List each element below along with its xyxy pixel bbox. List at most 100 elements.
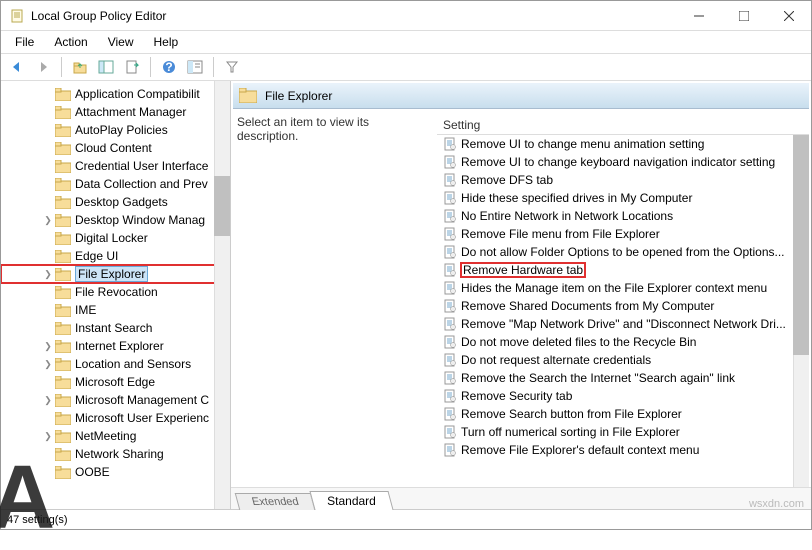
description-pane: Select an item to view its description.	[237, 115, 437, 487]
tree-item[interactable]: ❯Internet Explorer	[1, 337, 230, 355]
tree-item[interactable]: File Revocation	[1, 283, 230, 301]
tree-item[interactable]: ❯File Explorer	[1, 265, 230, 283]
setting-item[interactable]: Do not request alternate credentials	[437, 351, 809, 369]
filter-button[interactable]	[220, 55, 244, 79]
tree-item[interactable]: ❯NetMeeting	[1, 427, 230, 445]
tree-item-label: Credential User Interface	[75, 159, 208, 173]
menu-action[interactable]: Action	[44, 33, 97, 51]
folder-icon	[55, 268, 71, 281]
properties-button[interactable]	[183, 55, 207, 79]
tree-item[interactable]: Cloud Content	[1, 139, 230, 157]
export-button[interactable]	[120, 55, 144, 79]
scrollbar-thumb[interactable]	[793, 135, 809, 355]
tree-item[interactable]: ❯Desktop Window Manag	[1, 211, 230, 229]
tree-item[interactable]: OOBE	[1, 463, 230, 481]
column-header-setting[interactable]: Setting	[437, 115, 809, 135]
tree-item[interactable]: Edge UI	[1, 247, 230, 265]
setting-item[interactable]: Remove Hardware tab	[437, 261, 809, 279]
tree-item[interactable]: ❯Location and Sensors	[1, 355, 230, 373]
setting-item[interactable]: Remove Shared Documents from My Computer	[437, 297, 809, 315]
setting-item[interactable]: Hides the Manage item on the File Explor…	[437, 279, 809, 297]
tree-item[interactable]: Credential User Interface	[1, 157, 230, 175]
folder-icon	[55, 322, 71, 335]
tree-item-label: Internet Explorer	[75, 339, 164, 353]
setting-item[interactable]: Remove UI to change keyboard navigation …	[437, 153, 809, 171]
policy-icon	[443, 227, 457, 241]
setting-item[interactable]: Do not allow Folder Options to be opened…	[437, 243, 809, 261]
setting-item[interactable]: Do not move deleted files to the Recycle…	[437, 333, 809, 351]
setting-item[interactable]: Turn off numerical sorting in File Explo…	[437, 423, 809, 441]
scrollbar[interactable]	[214, 81, 230, 509]
toolbar-separator	[213, 57, 214, 77]
setting-item[interactable]: Hide these specified drives in My Comput…	[437, 189, 809, 207]
tree-item-label: AutoPlay Policies	[75, 123, 168, 137]
tab-standard[interactable]: Standard	[310, 491, 394, 510]
folder-icon	[55, 376, 71, 389]
setting-item[interactable]: Remove Search button from File Explorer	[437, 405, 809, 423]
path-header: File Explorer	[233, 83, 809, 109]
tree-item-label: Cloud Content	[75, 141, 152, 155]
tree-item[interactable]: ❯Microsoft Management C	[1, 391, 230, 409]
menu-view[interactable]: View	[98, 33, 144, 51]
watermark: wsxdn.com	[749, 498, 804, 510]
policy-icon	[443, 317, 457, 331]
back-button[interactable]	[5, 55, 29, 79]
tree-item[interactable]: Application Compatibilit	[1, 85, 230, 103]
setting-item[interactable]: No Entire Network in Network Locations	[437, 207, 809, 225]
setting-item[interactable]: Remove UI to change menu animation setti…	[437, 135, 809, 153]
close-button[interactable]	[766, 1, 811, 31]
policy-icon	[443, 245, 457, 259]
setting-item[interactable]: Remove Security tab	[437, 387, 809, 405]
tree-item[interactable]: Attachment Manager	[1, 103, 230, 121]
up-button[interactable]	[68, 55, 92, 79]
setting-item[interactable]: Remove File menu from File Explorer	[437, 225, 809, 243]
tab-extended[interactable]: Extended	[235, 493, 316, 510]
policy-icon	[443, 137, 457, 151]
tree-item[interactable]: Desktop Gadgets	[1, 193, 230, 211]
menu-file[interactable]: File	[5, 33, 44, 51]
folder-icon	[55, 394, 71, 407]
policy-icon	[443, 407, 457, 421]
folder-icon	[55, 412, 71, 425]
folder-icon	[55, 232, 71, 245]
folder-icon	[55, 430, 71, 443]
setting-item[interactable]: Remove the Search the Internet "Search a…	[437, 369, 809, 387]
tree-item[interactable]: Instant Search	[1, 319, 230, 337]
tree-item[interactable]: Digital Locker	[1, 229, 230, 247]
forward-button[interactable]	[31, 55, 55, 79]
setting-label: Remove UI to change menu animation setti…	[461, 137, 704, 151]
setting-item[interactable]: Remove "Map Network Drive" and "Disconne…	[437, 315, 809, 333]
help-button[interactable]: ?	[157, 55, 181, 79]
scrollbar-thumb[interactable]	[214, 176, 230, 236]
tree-item-label: OOBE	[75, 465, 110, 479]
setting-label: Remove DFS tab	[461, 173, 553, 187]
policy-icon	[443, 263, 457, 277]
setting-item[interactable]: Remove DFS tab	[437, 171, 809, 189]
maximize-button[interactable]	[721, 1, 766, 31]
tree-item-label: Location and Sensors	[75, 357, 191, 371]
folder-icon	[55, 124, 71, 137]
tree-item[interactable]: Microsoft User Experienc	[1, 409, 230, 427]
show-hide-tree-button[interactable]	[94, 55, 118, 79]
tree-item-label: NetMeeting	[75, 429, 136, 443]
tabstrip: Extended Standard	[231, 487, 811, 509]
tree-item[interactable]: Network Sharing	[1, 445, 230, 463]
tree-item-label: Microsoft Management C	[75, 393, 209, 407]
detail-area: Select an item to view its description. …	[231, 109, 811, 487]
setting-label: Hide these specified drives in My Comput…	[461, 191, 692, 205]
titlebar: Local Group Policy Editor	[1, 1, 811, 31]
menu-help[interactable]: Help	[144, 33, 189, 51]
tree-item[interactable]: Microsoft Edge	[1, 373, 230, 391]
policy-icon	[443, 155, 457, 169]
details-panel: File Explorer Select an item to view its…	[231, 81, 811, 509]
tree-item-label: Data Collection and Prev	[75, 177, 208, 191]
folder-icon	[55, 196, 71, 209]
tree-item[interactable]: Data Collection and Prev	[1, 175, 230, 193]
tree-item[interactable]: AutoPlay Policies	[1, 121, 230, 139]
minimize-button[interactable]	[676, 1, 721, 31]
tree-item[interactable]: IME	[1, 301, 230, 319]
setting-label: Remove Security tab	[461, 389, 572, 403]
folder-icon	[55, 142, 71, 155]
setting-item[interactable]: Remove File Explorer's default context m…	[437, 441, 809, 459]
folder-icon	[55, 178, 71, 191]
